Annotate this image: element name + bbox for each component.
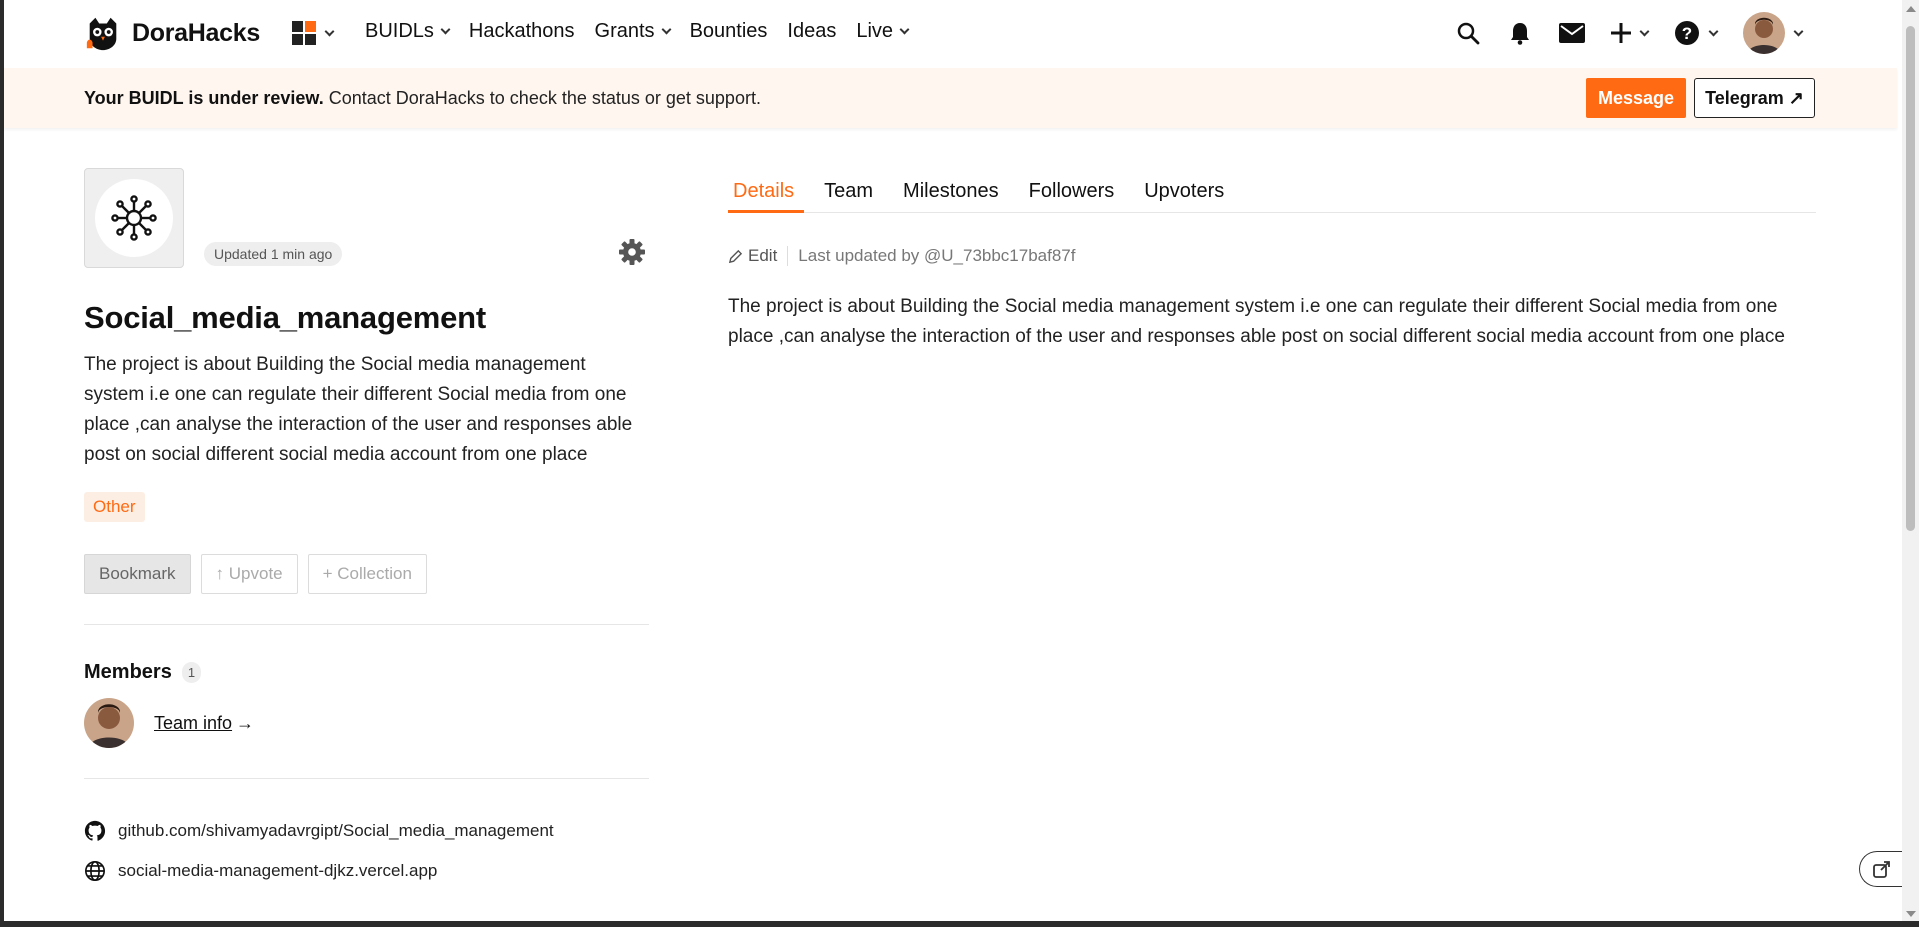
share-float-button[interactable] [1859, 851, 1903, 887]
menu-item-label: BUIDLs [365, 20, 434, 42]
svg-text:?: ? [1682, 24, 1692, 43]
apps-menu-button[interactable] [292, 21, 335, 45]
help-icon: ? [1675, 21, 1699, 45]
edit-line: Edit Last updated by @U_73bbc17baf87f [728, 246, 1816, 266]
menu-item-label: Bounties [689, 20, 768, 42]
apps-grid-icon [292, 21, 316, 45]
chevron-down-icon [1708, 26, 1719, 36]
details-description: The project is about Building the Social… [728, 296, 1785, 347]
menu-item-label: Live [856, 20, 894, 42]
project-actions: Bookmark ↑ Upvote + Collection [84, 554, 649, 594]
members-count-badge: 1 [181, 662, 202, 683]
menu-item-label: Hackathons [468, 20, 575, 42]
chevron-down-icon [661, 24, 672, 35]
tab-details[interactable]: Details [728, 170, 809, 213]
nav-actions: ? [1455, 12, 1804, 54]
top-navbar: DoraHacks BUIDLs Hackathons Grants Bount… [4, 0, 1902, 68]
category-tag[interactable]: Other [84, 492, 145, 522]
last-updated-text: Last updated by @U_73bbc17baf87f [798, 246, 1076, 265]
edit-button[interactable]: Edit [728, 246, 789, 266]
menu-item-live[interactable]: Live [856, 20, 910, 43]
chevron-down-icon [899, 24, 910, 35]
bookmark-button[interactable]: Bookmark [84, 554, 191, 594]
menu-item-label: Grants [594, 20, 655, 42]
tab-followers[interactable]: Followers [1024, 170, 1130, 212]
chevron-down-icon [324, 26, 335, 36]
members-header: Members 1 [84, 661, 649, 684]
menu-item-hackathons[interactable]: Hackathons [469, 20, 575, 43]
project-logo [84, 168, 184, 268]
project-sidebar: Updated 1 min ago Social_media_managemen… [84, 168, 649, 891]
create-menu-button[interactable] [1611, 23, 1650, 43]
website-url: social-media-management-djkz.vercel.app [118, 861, 438, 880]
search-icon[interactable] [1455, 20, 1481, 46]
avatar [1743, 12, 1785, 54]
project-title: Social_media_management [84, 300, 487, 335]
network-hub-icon [111, 195, 157, 241]
banner-text: Contact DoraHacks to check the status or… [323, 88, 761, 108]
message-button[interactable]: Message [1586, 78, 1686, 118]
divider [84, 778, 649, 779]
chevron-down-icon [1639, 26, 1650, 36]
upvote-button[interactable]: ↑ Upvote [200, 554, 298, 594]
menu-item-ideas[interactable]: Ideas [787, 20, 836, 43]
dorahacks-owl-icon [86, 17, 117, 51]
github-icon [84, 820, 106, 841]
github-url: github.com/shivamyadavrgipt/Social_media… [118, 821, 554, 840]
menu-item-buidls[interactable]: BUIDLs [365, 20, 451, 43]
project-description: The project is about Building the Social… [84, 354, 633, 465]
gear-icon[interactable] [618, 238, 646, 271]
team-info-link[interactable]: Team info [154, 713, 232, 733]
add-collection-button[interactable]: + Collection [307, 554, 427, 594]
menu-item-label: Ideas [787, 20, 837, 42]
tab-team[interactable]: Team [819, 170, 888, 212]
window-frame-left [0, 0, 4, 927]
bell-icon[interactable] [1507, 20, 1533, 46]
mail-icon[interactable] [1559, 20, 1585, 46]
review-banner: Your BUIDL is under review. Contact Dora… [4, 68, 1897, 128]
main-menu: BUIDLs Hackathons Grants Bounties Ideas … [365, 20, 928, 43]
updated-badge: Updated 1 min ago [204, 242, 343, 266]
project-main: Details Team Milestones Followers Upvote… [728, 170, 1816, 352]
arrow-right-icon: → [236, 712, 255, 733]
pencil-icon [728, 249, 743, 263]
project-tabs: Details Team Milestones Followers Upvote… [728, 170, 1816, 213]
avatar[interactable] [84, 698, 134, 748]
scroll-down-arrow-icon[interactable] [1906, 911, 1916, 917]
scroll-up-arrow-icon[interactable] [1906, 6, 1916, 12]
tab-milestones[interactable]: Milestones [898, 170, 1014, 212]
project-links: github.com/shivamyadavrgipt/Social_media… [84, 811, 649, 891]
website-link[interactable]: social-media-management-djkz.vercel.app [84, 851, 649, 891]
github-link[interactable]: github.com/shivamyadavrgipt/Social_media… [84, 811, 649, 851]
chevron-down-icon [1793, 26, 1804, 36]
divider [84, 624, 649, 625]
tab-upvoters[interactable]: Upvoters [1139, 170, 1239, 212]
globe-icon [85, 861, 105, 881]
brand-logo-link[interactable]: DoraHacks [84, 14, 260, 52]
menu-item-grants[interactable]: Grants [594, 20, 672, 43]
scroll-thumb[interactable] [1906, 26, 1915, 531]
banner-bold-text: Your BUIDL is under review. [84, 88, 324, 108]
window-frame-bottom [0, 921, 1919, 927]
plus-icon [1611, 23, 1631, 43]
project-logo-circle [95, 179, 173, 257]
help-menu-button[interactable]: ? [1674, 20, 1719, 46]
telegram-button[interactable]: Telegram ↗ [1694, 78, 1815, 118]
menu-item-bounties[interactable]: Bounties [690, 20, 768, 43]
vertical-scrollbar[interactable] [1902, 0, 1919, 927]
edit-label: Edit [748, 246, 778, 265]
share-icon [1872, 861, 1890, 878]
member-row: Team info → [84, 698, 649, 748]
chevron-down-icon [440, 24, 451, 35]
user-menu-button[interactable] [1743, 12, 1804, 54]
brand-name: DoraHacks [132, 18, 260, 47]
banner-message: Your BUIDL is under review. Contact Dora… [84, 88, 761, 109]
members-title: Members [84, 661, 172, 683]
